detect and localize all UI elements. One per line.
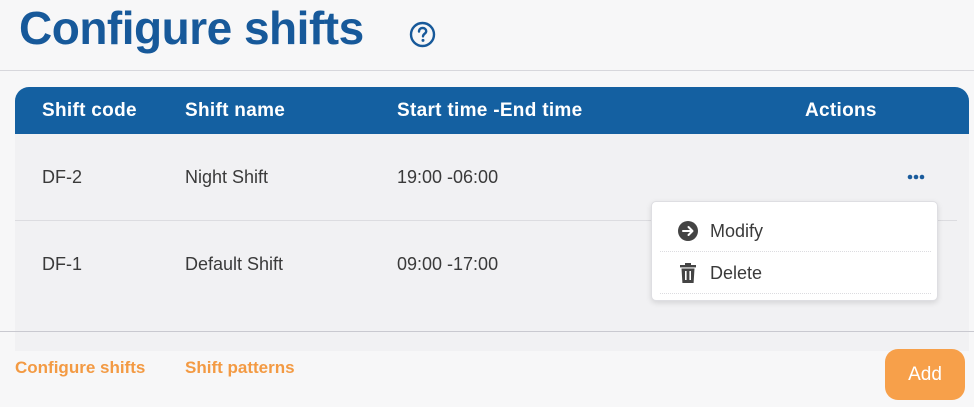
shift-name-cell: Default Shift	[185, 254, 284, 274]
shift-name-cell: Night Shift	[185, 167, 269, 187]
add-button[interactable]: Add	[885, 349, 965, 400]
more-horizontal-icon[interactable]	[903, 168, 929, 186]
help-circle-icon[interactable]	[409, 21, 436, 48]
row-action-menu: Modify Delete	[651, 201, 938, 301]
column-header-shift-name: Shift name	[185, 100, 286, 121]
shift-code-cell: DF-2	[42, 167, 82, 187]
shift-time-cell: 19:00 -06:00	[397, 167, 499, 187]
menu-item-modify[interactable]: Modify	[660, 211, 931, 252]
trash-icon	[680, 263, 696, 283]
page-footer: Configure shifts Shift patterns Add	[0, 331, 974, 407]
table-header: Shift code Shift name Start time -End ti…	[15, 87, 969, 134]
menu-item-label: Modify	[710, 221, 764, 241]
tab-shift-patterns[interactable]: Shift patterns	[185, 358, 295, 378]
column-header-time: Start time -End time	[397, 100, 583, 121]
tab-configure-shifts[interactable]: Configure shifts	[15, 358, 145, 378]
menu-item-label: Delete	[710, 263, 763, 283]
page-header: Configure shifts	[0, 0, 974, 71]
column-header-shift-code: Shift code	[42, 100, 137, 121]
shift-code-cell: DF-1	[42, 254, 82, 274]
column-header-actions: Actions	[805, 100, 877, 121]
configure-shifts-page: Configure shifts Shift code Shift name S…	[0, 0, 974, 407]
arrow-right-circle-icon	[678, 221, 698, 241]
page-title: Configure shifts	[19, 2, 364, 54]
shift-time-cell: 09:00 -17:00	[397, 254, 499, 274]
menu-item-delete[interactable]: Delete	[660, 253, 931, 294]
